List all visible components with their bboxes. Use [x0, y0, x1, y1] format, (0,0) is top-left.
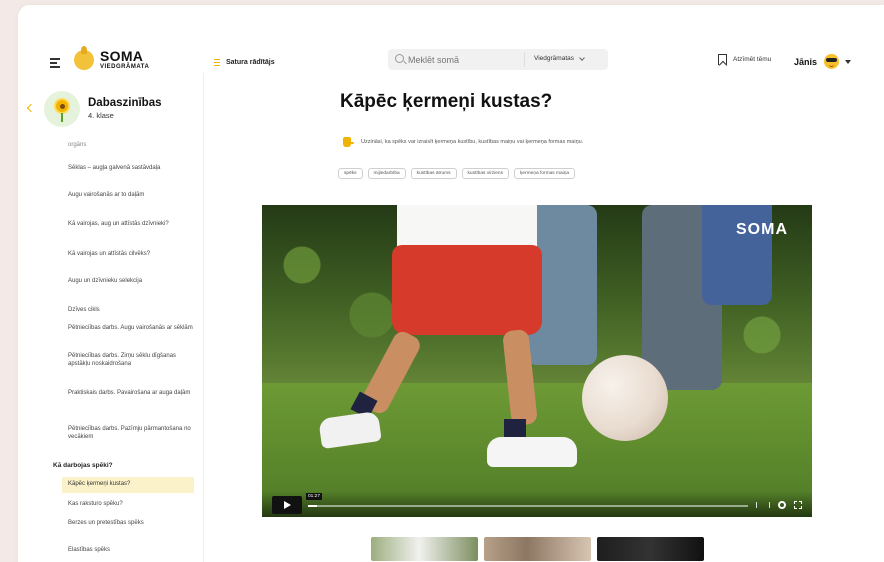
tag[interactable]: kustības virziens — [461, 168, 509, 179]
sidebar-item-cilveks[interactable]: Kā vairojas un attīstās cilvēks? — [68, 251, 194, 259]
tag-list: spēks mijiedarbība kustības ātrums kustī… — [338, 168, 580, 179]
bookmark-topic-button[interactable]: Atzīmēt tēmu — [718, 54, 771, 65]
tag[interactable]: spēks — [338, 168, 363, 179]
sidebar-item-active[interactable]: Kāpēc ķermeņi kustas? — [62, 477, 194, 493]
caret-down-icon — [845, 59, 852, 64]
sidebar-item-praktiskais[interactable]: Praktiskais darbs. Pavairošana ar auga d… — [68, 390, 194, 398]
logo-subtitle: VIEDGRĀMATA — [100, 64, 150, 70]
sidebar-item-elastibas[interactable]: Elastības spēks — [68, 547, 194, 555]
sidebar-item-petniecibas-3[interactable]: Pētnieciības darbs. Pazīmju pārmantošana… — [68, 426, 194, 441]
play-button[interactable] — [272, 496, 302, 514]
subject-title: Dabaszinības — [88, 97, 162, 109]
video-ball — [582, 355, 668, 441]
thumbnail[interactable] — [597, 537, 704, 561]
search-input[interactable] — [408, 52, 518, 67]
volume-icon[interactable] — [756, 502, 770, 508]
sidebar-section-speki[interactable]: Kā darbojas spēki? — [53, 462, 113, 469]
search-divider — [524, 52, 525, 67]
stem — [61, 113, 63, 122]
app-window: SOMA VIEDGRĀMATA Satura rādītājs Viedgrā… — [18, 5, 884, 562]
video-child-sock — [504, 419, 526, 439]
fullscreen-icon[interactable] — [794, 501, 802, 509]
bookmark-label: Atzīmēt tēmu — [733, 56, 772, 63]
logo[interactable]: SOMA VIEDGRĀMATA — [74, 45, 150, 70]
chevron-down-icon — [579, 54, 585, 61]
table-of-contents-button[interactable]: Satura rādītājs — [214, 59, 275, 66]
sidebar-item-berzes[interactable]: Berzes un pretestības spēks — [68, 520, 194, 528]
search-icon[interactable] — [395, 54, 404, 63]
video-child-shorts — [392, 245, 542, 335]
video-time: 01:27 — [306, 493, 323, 500]
pointing-hand-icon — [343, 137, 354, 147]
subject-avatar — [44, 91, 80, 127]
thumbnail-strip — [371, 537, 710, 561]
search-scope-select[interactable]: Viedgrāmatas — [534, 54, 585, 62]
tag[interactable]: ķermeņa formas maiņa — [514, 168, 576, 179]
user-menu[interactable]: Jānis — [794, 54, 852, 69]
user-name: Jānis — [794, 56, 818, 67]
avatar — [824, 54, 840, 69]
page-title: Kāpēc ķermeņi kustas? — [340, 91, 553, 112]
thumbnail[interactable] — [371, 537, 478, 561]
tag[interactable]: mijiedarbība — [367, 168, 406, 179]
sidebar-item-augu-vairosanas[interactable]: Augu vairošanās ar to daļām — [68, 192, 194, 200]
sidebar-item-selekcija[interactable]: Augu un dzīvnieku selekcija — [68, 278, 194, 286]
video-controls: 01:27 — [262, 491, 812, 517]
sidebar: Dabaszinības 4. klase orgāns Sēklas – au… — [18, 73, 204, 562]
video-child-shoe — [487, 437, 577, 467]
video-player[interactable]: SOMA 01:27 — [262, 205, 812, 517]
video-person-shorts — [702, 205, 772, 305]
sidebar-item-petniecibas-2[interactable]: Pētnieciības darbs. Zirņu sēklu dīgšanas… — [68, 353, 194, 368]
video-progress-fill — [308, 505, 317, 507]
list-icon — [214, 59, 220, 66]
sunflower-icon — [56, 100, 68, 112]
thumbnail[interactable] — [484, 537, 591, 561]
sidebar-item-dzivnieki[interactable]: Kā vairojas, aug un attīstās dzīvnieki? — [68, 221, 194, 229]
video-watermark: SOMA — [736, 221, 788, 238]
logo-title: SOMA — [100, 48, 144, 64]
menu-icon[interactable] — [50, 58, 60, 68]
subject-grade: 4. klase — [88, 111, 114, 120]
sidebar-item-organs[interactable]: orgāns — [68, 142, 194, 150]
bookmark-icon — [718, 54, 727, 65]
sidebar-item-kas-raksturo[interactable]: Kas raksturo spēku? — [68, 501, 194, 509]
sidebar-item-dzives-cikls[interactable]: Dzīves cikls — [68, 307, 194, 315]
top-bar: SOMA VIEDGRĀMATA Satura rādītājs Viedgrā… — [18, 5, 884, 73]
search-scope-label: Viedgrāmatas — [534, 55, 574, 62]
soma-logo-icon — [74, 45, 94, 70]
sidebar-item-petniecibas-1[interactable]: Pētnieciības darbs. Augu vairošanās ar s… — [68, 325, 194, 333]
gear-icon[interactable] — [778, 501, 786, 509]
back-arrow-icon[interactable] — [26, 103, 36, 113]
goal-text: Uzzināsi, ka spēks var izraisīt ķermeņa … — [361, 139, 584, 145]
toc-label: Satura rādītājs — [226, 59, 275, 66]
search-bar: Viedgrāmatas — [388, 49, 608, 70]
learning-goal: Uzzināsi, ka spēks var izraisīt ķermeņa … — [343, 137, 583, 147]
video-progress-bar[interactable] — [308, 505, 748, 507]
sidebar-item-seklas[interactable]: Sēklas – augļa galvenā sastāvdaļa — [68, 165, 194, 173]
tag[interactable]: kustības ātrums — [410, 168, 457, 179]
